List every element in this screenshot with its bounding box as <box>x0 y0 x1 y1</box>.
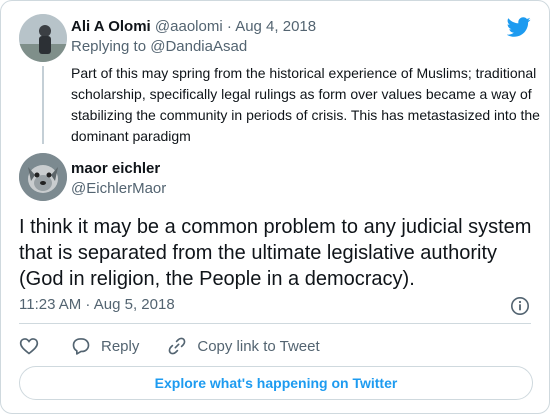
author-avatar[interactable] <box>19 153 67 201</box>
reply-button[interactable]: Reply <box>71 336 139 356</box>
replying-to-line: Replying to @DandiaAsad <box>71 37 541 57</box>
copy-link-label: Copy link to Tweet <box>197 337 320 355</box>
parent-author-name[interactable]: Ali A Olomi <box>71 18 151 35</box>
author-name[interactable]: maor eichler <box>71 159 166 179</box>
tweet-timestamp[interactable]: 11:23 AM · Aug 5, 2018 <box>19 296 175 313</box>
parent-avatar-image <box>19 14 67 62</box>
reply-label: Reply <box>101 337 140 355</box>
parent-tweet-date[interactable]: Aug 4, 2018 <box>235 18 316 35</box>
divider <box>19 323 531 324</box>
parent-tweet: Ali A Olomi @aaolomi · Aug 4, 2018 Reply… <box>71 17 541 147</box>
thread-connector-line <box>42 66 44 144</box>
author-handle[interactable]: @EichlerMaor <box>71 179 166 199</box>
parent-avatar[interactable] <box>19 14 67 62</box>
copy-link-button[interactable]: Copy link to Tweet <box>167 336 320 356</box>
author-avatar-image <box>19 153 67 201</box>
replying-to-prefix: Replying to <box>71 38 147 55</box>
parent-author-handle[interactable]: @aaolomi <box>155 18 223 35</box>
tweet-text: I think it may be a common problem to an… <box>19 216 532 290</box>
embedded-tweet-card: Ali A Olomi @aaolomi · Aug 4, 2018 Reply… <box>0 0 550 414</box>
replying-to-mention[interactable]: @DandiaAsad <box>150 38 247 55</box>
parent-tweet-header: Ali A Olomi @aaolomi · Aug 4, 2018 <box>71 17 541 36</box>
info-icon[interactable] <box>510 296 530 316</box>
reply-bubble-icon <box>72 338 90 355</box>
tweet-actions: Reply Copy link to Tweet <box>19 335 320 357</box>
parent-tweet-text: Part of this may spring from the histori… <box>71 65 540 144</box>
like-button[interactable] <box>19 336 39 356</box>
header-separator: · <box>226 18 232 35</box>
heart-icon <box>19 338 39 355</box>
tweet-author: maor eichler @EichlerMaor <box>71 159 166 199</box>
link-icon <box>168 337 186 355</box>
explore-twitter-button[interactable]: Explore what's happening on Twitter <box>19 366 533 400</box>
